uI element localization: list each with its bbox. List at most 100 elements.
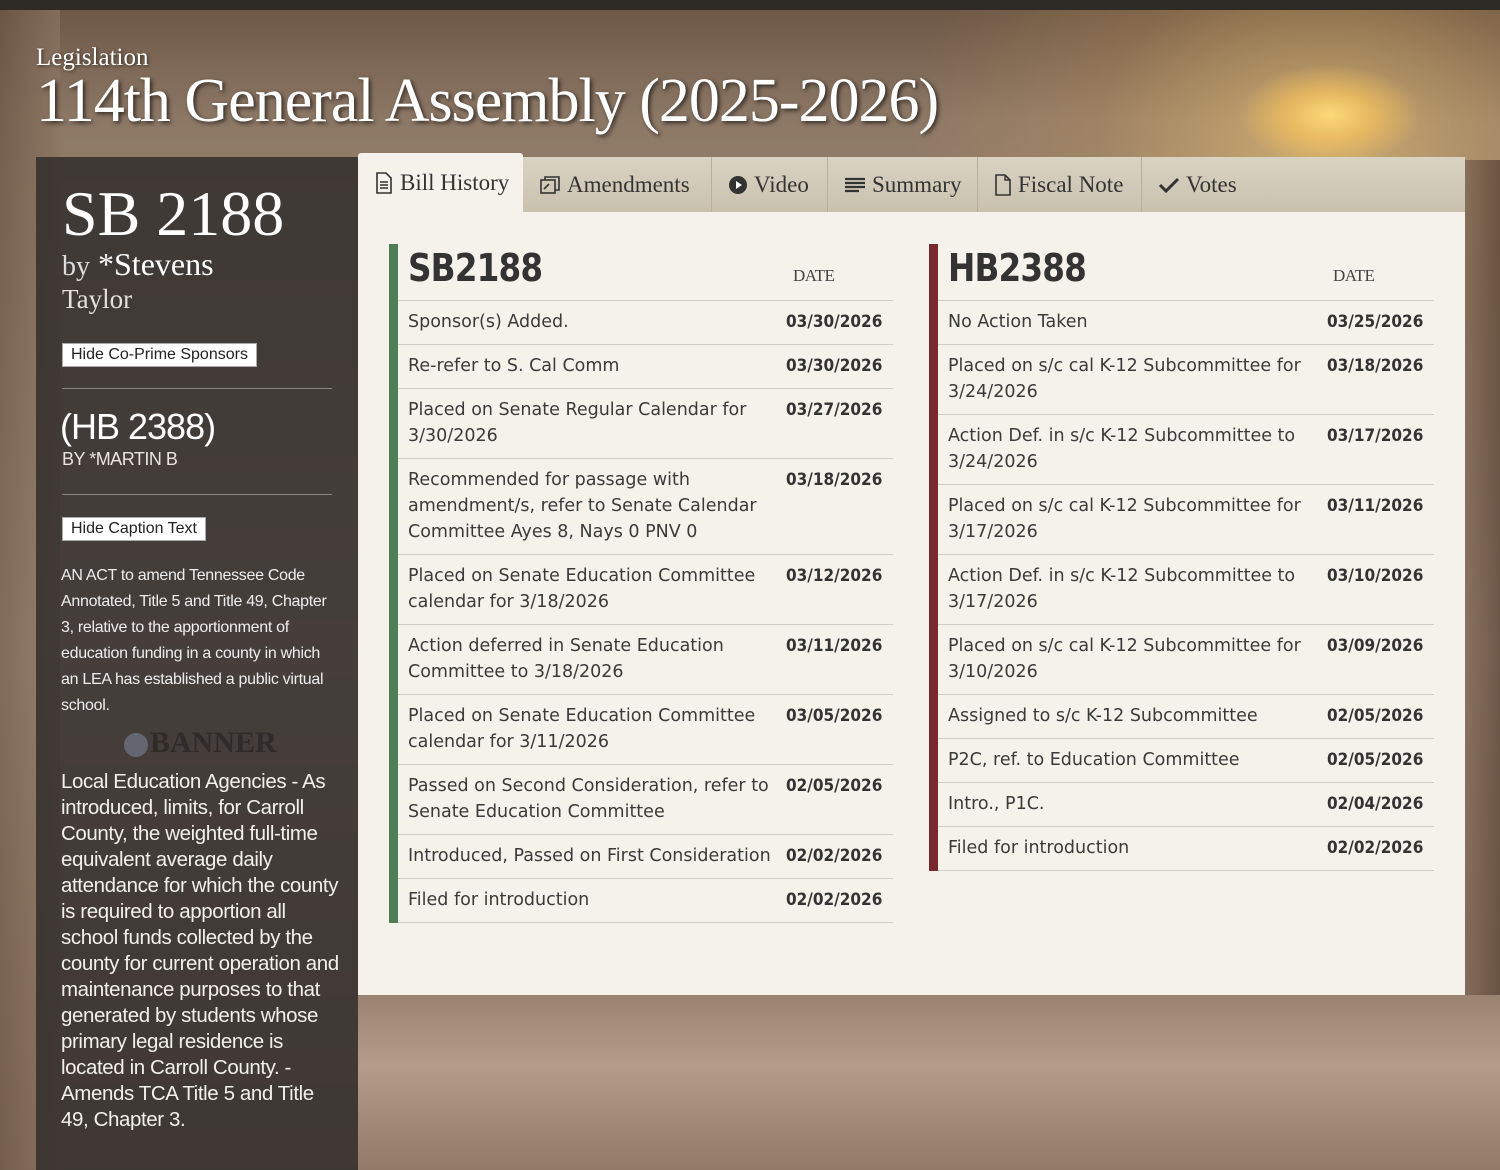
history-date: 02/02/2026 [785,846,883,866]
history-date: 03/12/2026 [785,566,883,586]
history-date: 02/05/2026 [1326,706,1424,726]
seal-icon [124,733,148,758]
history-date: 03/11/2026 [785,636,883,656]
tab-label: Votes [1186,171,1237,197]
history-action: Passed on Second Consideration, refer to… [408,776,769,822]
history-action: Introduced, Passed on First Consideratio… [408,846,771,866]
history-row: Placed on s/c cal K-12 Subcommittee for … [938,625,1434,695]
hide-cosponsors-button[interactable]: Hide Co-Prime Sponsors [62,343,257,367]
history-action: Placed on Senate Regular Calendar for 3/… [408,400,747,446]
history-row: Action Def. in s/c K-12 Subcommittee to … [938,415,1434,485]
history-action: Placed on s/c cal K-12 Subcommittee for … [948,636,1301,682]
prime-sponsor[interactable]: *Stevens [98,246,214,282]
companion-bill-link[interactable]: (HB 2388) [60,407,216,447]
history-row: Assigned to s/c K-12 Subcommittee 02/05/2… [938,695,1434,739]
history-action: Action Def. in s/c K-12 Subcommittee to … [948,426,1296,472]
history-row: Placed on Senate Education Committee cal… [398,695,893,765]
history-row: Intro., P1C. 02/04/2026 [938,783,1434,827]
house-history-rows: No Action Taken 03/25/2026 Placed on s/c … [938,301,1434,871]
tab-video[interactable]: Video [712,157,828,212]
history-action: Placed on Senate Education Committee cal… [408,566,756,612]
history-date: 03/10/2026 [1326,566,1424,586]
senate-history-table: SB2188 DATE Sponsor(s) Added. 03/30/2026 … [389,244,893,923]
check-icon [1158,177,1180,193]
history-action: P2C, ref. to Education Committee [948,750,1240,770]
history-date: 03/17/2026 [1326,426,1424,446]
history-date: 03/27/2026 [785,400,883,420]
house-history-table: HB2388 DATE No Action Taken 03/25/2026 Pl… [929,244,1434,871]
history-date: 02/02/2026 [1326,838,1424,858]
senate-history-rows: Sponsor(s) Added. 03/30/2026 Re-refer to … [398,301,893,923]
history-date: 03/18/2026 [1326,356,1424,376]
date-column-header: DATE [793,266,835,285]
tab-bill-history[interactable]: Bill History [358,153,523,212]
history-row: Recommended for passage with amendment/s… [398,459,893,555]
sidebar-divider [62,388,332,389]
senate-history-header: SB2188 DATE [398,244,893,301]
history-date: 03/30/2026 [785,312,883,332]
tab-fiscal-note[interactable]: Fiscal Note [978,157,1142,212]
history-row: No Action Taken 03/25/2026 [938,301,1434,345]
history-action: Action deferred in Senate Education Comm… [408,636,724,682]
senate-bill-title: SB2188 [408,246,543,290]
history-row: Placed on s/c cal K-12 Subcommittee for … [938,485,1434,555]
co-sponsor[interactable]: Taylor [62,284,132,315]
sponsor-line: by *Stevens [62,247,214,284]
history-action: Placed on Senate Education Committee cal… [408,706,756,752]
history-action: Re-refer to S. Cal Comm [408,356,620,376]
history-date: 02/04/2026 [1326,794,1424,814]
history-action: Recommended for passage with amendment/s… [408,470,757,542]
history-date: 03/25/2026 [1326,312,1424,332]
tab-label: Video [754,171,809,197]
history-action: Assigned to s/c K-12 Subcommittee [948,706,1258,726]
watermark-logo: BANNER [124,725,304,761]
history-row: Placed on Senate Regular Calendar for 3/… [398,389,893,459]
history-action: Action Def. in s/c K-12 Subcommittee to … [948,566,1296,612]
history-date: 03/11/2026 [1326,496,1424,516]
background-floor [358,995,1500,1170]
house-bill-title: HB2388 [948,246,1087,290]
history-action: Intro., P1C. [948,794,1045,814]
history-action: Sponsor(s) Added. [408,312,569,332]
hide-caption-button[interactable]: Hide Caption Text [62,517,206,541]
history-action: Placed on s/c cal K-12 Subcommittee for … [948,356,1301,402]
tab-label: Fiscal Note [1018,171,1124,197]
by-label: by [62,251,90,282]
history-date: 03/30/2026 [785,356,883,376]
history-row: Action Def. in s/c K-12 Subcommittee to … [938,555,1434,625]
tab-bar: Bill History Amendments Video Summary Fi… [358,153,1465,212]
history-date: 03/05/2026 [785,706,883,726]
tab-summary[interactable]: Summary [828,157,978,212]
history-row: Placed on s/c cal K-12 Subcommittee for … [938,345,1434,415]
history-action: Placed on s/c cal K-12 Subcommittee for … [948,496,1301,542]
document-icon [376,171,392,194]
history-action: Filed for introduction [948,838,1130,858]
history-date: 02/05/2026 [785,776,883,796]
house-history-header: HB2388 DATE [938,244,1434,301]
history-date: 02/02/2026 [785,890,883,910]
history-row: Passed on Second Consideration, refer to… [398,765,893,835]
tab-label: Bill History [400,169,510,195]
tab-label: Summary [872,171,962,197]
bill-summary-text: Local Education Agencies - As introduced… [61,770,339,1131]
watermark-text: BANNER [150,726,277,759]
history-row: Action deferred in Senate Education Comm… [398,625,893,695]
tab-votes[interactable]: Votes [1142,157,1262,212]
background-chandelier [1230,60,1430,160]
bill-history-panel: SB2188 DATE Sponsor(s) Added. 03/30/2026 … [358,212,1465,995]
history-row: Re-refer to S. Cal Comm 03/30/2026 [398,345,893,389]
tab-amendments[interactable]: Amendments [523,157,712,212]
history-row: Filed for introduction 02/02/2026 [938,827,1434,871]
file-icon [995,173,1011,196]
page-title: 114th General Assembly (2025-2026) [36,67,939,135]
list-icon [845,177,865,192]
history-date: 03/18/2026 [785,470,883,490]
amendments-icon [540,175,560,194]
history-row: Introduced, Passed on First Consideratio… [398,835,893,879]
sidebar-divider [62,494,332,495]
history-row: Filed for introduction 02/02/2026 [398,879,893,923]
play-icon [729,175,747,194]
companion-sponsor: BY *MARTIN B [62,449,178,469]
history-action: No Action Taken [948,312,1088,332]
caption-text: AN ACT to amend Tennessee Code Annotated… [61,567,327,714]
